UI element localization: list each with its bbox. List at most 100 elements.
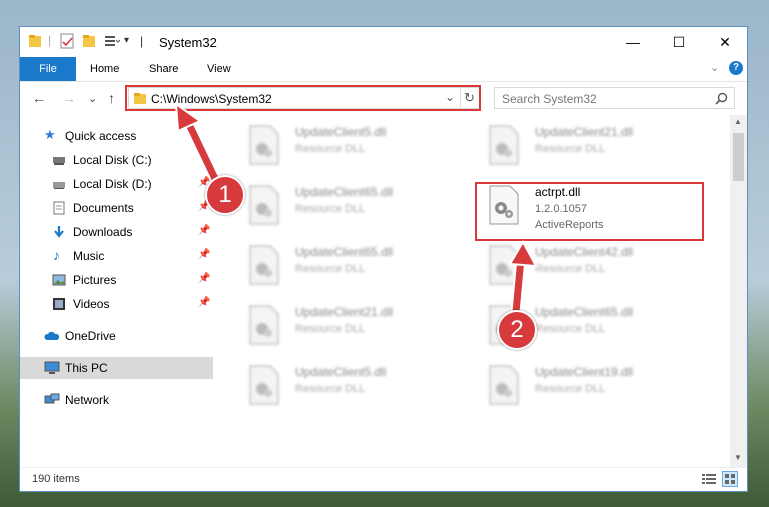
minimize-button[interactable]: — [610, 27, 656, 57]
file-name: UpdateClient5.dll [295, 125, 387, 139]
file-name: UpdateClient65.dll [295, 245, 394, 259]
sidebar-item-network[interactable]: Network [20, 389, 213, 411]
close-button[interactable]: ✕ [702, 27, 747, 57]
help-icon[interactable]: ? [729, 61, 743, 75]
sidebar-item-documents[interactable]: Documents 📌 [20, 197, 213, 219]
sidebar-item-local-disk-c[interactable]: Local Disk (C:) [20, 149, 213, 171]
pictures-icon [52, 274, 66, 286]
sidebar-item-label: OneDrive [65, 329, 116, 343]
back-button[interactable]: ← [32, 90, 46, 106]
sidebar-item-onedrive[interactable]: OneDrive [20, 325, 213, 347]
dll-file-icon [249, 125, 279, 165]
file-type: Resource DLL [535, 263, 606, 275]
pin-icon: 📌 [198, 225, 211, 236]
file-item[interactable]: UpdateClient5.dll Resource DLL [240, 121, 460, 175]
file-item[interactable]: UpdateClient21.dll Resource DLL [480, 121, 700, 175]
properties-icon[interactable] [60, 33, 74, 49]
sidebar-item-label: Quick access [65, 129, 137, 143]
sidebar-item-label: Music [73, 249, 105, 263]
sidebar-item-local-disk-d[interactable]: Local Disk (D:) 📌 [20, 173, 213, 195]
title-bar: | ▾ | System32 — ☐ ✕ [20, 27, 747, 57]
scroll-thumb[interactable] [733, 133, 744, 181]
details-view-icon[interactable] [702, 473, 716, 485]
file-type: Resource DLL [295, 383, 366, 395]
music-icon: ♪ [53, 247, 60, 263]
sidebar-item-label: Local Disk (C:) [73, 153, 152, 167]
search-input[interactable]: Search System32 [502, 92, 597, 106]
tab-file[interactable]: File [20, 57, 76, 81]
new-folder-icon[interactable] [82, 33, 96, 49]
step-badge-2: 2 [497, 310, 537, 350]
file-name: UpdateClient42.dll [535, 245, 634, 259]
file-list: UpdateClient5.dll Resource DLL UpdateCli… [220, 115, 730, 465]
file-name: UpdateClient5.dll [295, 365, 387, 379]
cloud-icon [44, 331, 60, 340]
navigation-pane: ★ Quick access Local Disk (C:) Local Dis… [20, 121, 213, 461]
file-type: Resource DLL [535, 143, 606, 155]
forward-button[interactable]: → [62, 90, 76, 106]
status-bar: 190 items [20, 467, 747, 491]
sidebar-item-quick-access[interactable]: ★ Quick access [20, 125, 213, 147]
sidebar-item-videos[interactable]: Videos 📌 [20, 293, 213, 315]
window-title: System32 [159, 35, 217, 50]
dll-file-icon [489, 365, 519, 405]
file-type: Resource DLL [535, 323, 606, 335]
sidebar-item-label: Documents [73, 201, 134, 215]
tab-share[interactable]: Share [149, 57, 178, 81]
download-icon [54, 226, 64, 238]
file-item[interactable]: UpdateClient65.dll Resource DLL [240, 181, 460, 235]
recent-locations-button[interactable]: ⌄ [88, 92, 97, 105]
scroll-down-icon[interactable]: ▼ [734, 453, 742, 462]
step-badge-1: 1 [205, 175, 245, 215]
tab-view[interactable]: View [207, 57, 231, 81]
file-type: Resource DLL [295, 263, 366, 275]
search-box[interactable]: Search System32 [494, 87, 735, 109]
computer-icon [44, 361, 60, 374]
divider: | [48, 33, 52, 47]
search-icon[interactable] [715, 92, 728, 105]
sidebar-item-this-pc[interactable]: This PC [20, 357, 213, 379]
sidebar-item-label: This PC [65, 361, 108, 375]
divider: | [140, 34, 144, 48]
file-type: Resource DLL [295, 323, 366, 335]
sidebar-item-downloads[interactable]: Downloads 📌 [20, 221, 213, 243]
sidebar-item-label: Videos [73, 297, 110, 311]
file-type: Resource DLL [295, 203, 366, 215]
maximize-button[interactable]: ☐ [656, 27, 702, 57]
file-highlight [475, 182, 704, 241]
star-icon: ★ [44, 127, 56, 142]
drive-icon [53, 182, 65, 189]
sidebar-item-label: Local Disk (D:) [73, 177, 152, 191]
vertical-scrollbar[interactable]: ▲ ▼ [730, 115, 747, 467]
dll-file-icon [249, 185, 279, 225]
file-name: UpdateClient65.dll [295, 185, 394, 199]
file-item[interactable]: UpdateClient19.dll Resource DLL [480, 361, 700, 415]
up-button[interactable]: ↑ [108, 90, 115, 106]
file-item[interactable]: UpdateClient65.dll Resource DLL [240, 241, 460, 295]
quick-access-dropdown-icon[interactable]: ▾ [124, 35, 129, 51]
file-type: Resource DLL [535, 383, 606, 395]
pin-icon: 📌 [198, 273, 211, 284]
file-name: UpdateClient65.dll [535, 305, 634, 319]
pin-icon: 📌 [198, 249, 211, 260]
ribbon-collapse-icon[interactable]: ⌄ [710, 61, 719, 74]
dll-file-icon [249, 365, 279, 405]
sidebar-item-label: Network [65, 393, 110, 407]
file-item[interactable]: UpdateClient5.dll Resource DLL [240, 361, 460, 415]
file-name: UpdateClient19.dll [535, 365, 634, 379]
drive-icon [53, 157, 65, 165]
ribbon-tabs: File Home Share View ⌄ ? [20, 57, 747, 82]
sidebar-item-music[interactable]: ♪ Music 📌 [20, 245, 213, 267]
tab-home[interactable]: Home [90, 57, 119, 81]
sidebar-item-label: Pictures [73, 273, 117, 287]
file-item[interactable]: UpdateClient42.dll Resource DLL [480, 241, 700, 295]
sidebar-item-pictures[interactable]: Pictures 📌 [20, 269, 213, 291]
scroll-up-icon[interactable]: ▲ [734, 117, 742, 126]
large-icons-view-icon[interactable] [722, 471, 738, 487]
file-type: Resource DLL [295, 143, 366, 155]
file-name: UpdateClient21.dll [295, 305, 394, 319]
dll-file-icon [249, 245, 279, 285]
file-item[interactable]: UpdateClient21.dll Resource DLL [240, 301, 460, 355]
item-count: 190 items [32, 473, 80, 485]
customize-icon[interactable] [104, 33, 120, 49]
